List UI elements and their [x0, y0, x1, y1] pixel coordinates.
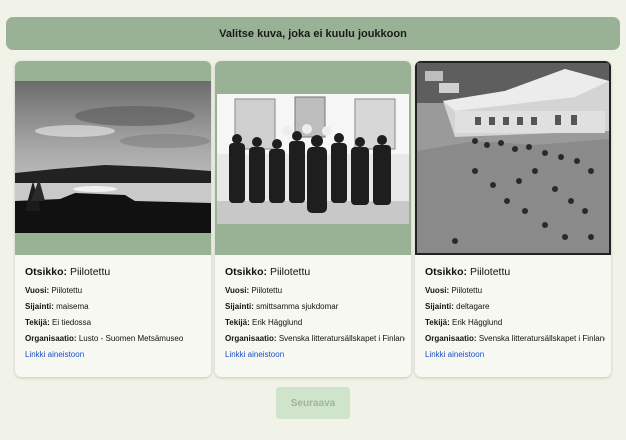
card-organization: Organisaatio: Svenska litteratursällskap… — [425, 334, 605, 343]
card-image-area[interactable] — [415, 61, 611, 255]
image-card-1[interactable]: Otsikko: Piilotettu Vuosi: Piilotettu Si… — [15, 61, 211, 377]
landscape-photo-icon[interactable] — [15, 61, 211, 255]
source-link[interactable]: Linkki aineistoon — [225, 350, 405, 359]
card-location: Sijainti: smittsamma sjukdomar — [225, 302, 339, 311]
card-year: Vuosi: Piilotettu — [25, 286, 83, 295]
source-link[interactable]: Linkki aineistoon — [25, 350, 205, 359]
card-year: Vuosi: Piilotettu — [225, 286, 283, 295]
next-button[interactable]: Seuraava — [276, 387, 350, 419]
source-link[interactable]: Linkki aineistoon — [425, 350, 605, 359]
next-button-label: Seuraava — [290, 397, 336, 409]
card-image-area[interactable] — [215, 61, 411, 255]
card-image-area[interactable] — [15, 61, 211, 255]
card-info: Otsikko: Piilotettu Vuosi: Piilotettu Si… — [425, 266, 605, 359]
card-author: Tekijä: Erik Hägglund — [225, 318, 303, 327]
image-card-3[interactable]: Otsikko: Piilotettu Vuosi: Piilotettu Si… — [415, 61, 611, 377]
card-organization: Organisaatio: Lusto - Suomen Metsämuseo — [25, 334, 184, 343]
image-card-2[interactable]: Otsikko: Piilotettu Vuosi: Piilotettu Si… — [215, 61, 411, 377]
card-title: Otsikko: Piilotettu — [225, 266, 311, 278]
card-organization: Organisaatio: Svenska litteratursällskap… — [225, 334, 405, 343]
instruction-text: Valitse kuva, joka ei kuulu joukkoon — [219, 27, 407, 40]
card-title: Otsikko: Piilotettu — [25, 266, 111, 278]
card-info: Otsikko: Piilotettu Vuosi: Piilotettu Si… — [225, 266, 405, 359]
card-year: Vuosi: Piilotettu — [425, 286, 483, 295]
instruction-banner: Valitse kuva, joka ei kuulu joukkoon — [6, 17, 620, 50]
card-location: Sijainti: maisema — [25, 302, 89, 311]
card-title: Otsikko: Piilotettu — [425, 266, 511, 278]
crowd-photo-icon[interactable] — [415, 61, 611, 255]
card-author: Tekijä: Erik Hägglund — [425, 318, 503, 327]
card-location: Sijainti: deltagare — [425, 302, 490, 311]
group-photo-icon[interactable] — [215, 61, 411, 255]
card-info: Otsikko: Piilotettu Vuosi: Piilotettu Si… — [25, 266, 205, 359]
card-author: Tekijä: Ei tiedossa — [25, 318, 92, 327]
